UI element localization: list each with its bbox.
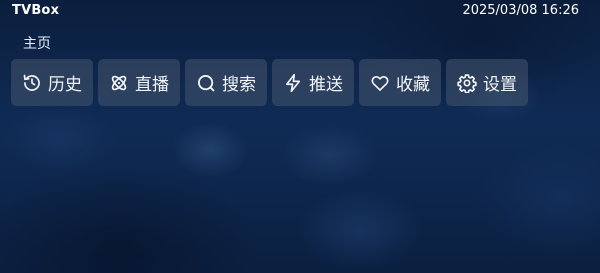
clock: 2025/03/08 16:26 bbox=[462, 3, 579, 18]
lightning-icon bbox=[283, 73, 303, 93]
menu-item-settings[interactable]: 设置 bbox=[446, 59, 528, 106]
app-title: TVBox bbox=[12, 3, 60, 18]
main-menu: 历史 直播 搜索 推送 收藏 设置 bbox=[11, 59, 528, 106]
menu-item-history[interactable]: 历史 bbox=[11, 59, 93, 106]
menu-item-live[interactable]: 直播 bbox=[98, 59, 180, 106]
menu-item-label: 搜索 bbox=[222, 75, 256, 95]
breadcrumb: 主页 bbox=[23, 36, 51, 52]
menu-item-label: 推送 bbox=[309, 75, 343, 95]
menu-item-label: 收藏 bbox=[396, 75, 430, 95]
live-atom-icon bbox=[109, 73, 129, 93]
menu-item-push[interactable]: 推送 bbox=[272, 59, 354, 106]
menu-item-label: 设置 bbox=[483, 75, 517, 95]
menu-item-label: 直播 bbox=[135, 75, 169, 95]
menu-item-search[interactable]: 搜索 bbox=[185, 59, 267, 106]
menu-item-label: 历史 bbox=[48, 75, 82, 95]
menu-item-favorites[interactable]: 收藏 bbox=[359, 59, 441, 106]
gear-icon bbox=[457, 73, 477, 93]
search-icon bbox=[196, 73, 216, 93]
background-wallpaper bbox=[0, 0, 600, 273]
history-icon bbox=[22, 73, 42, 93]
heart-icon bbox=[370, 73, 390, 93]
